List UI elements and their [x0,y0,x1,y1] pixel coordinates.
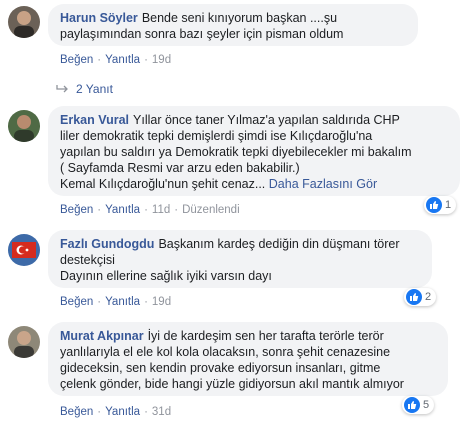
comment-text: gideceksin, sen kendin provake ediyorsun… [60,361,381,375]
edited-label[interactable]: Düzenlendi [182,204,240,216]
user-photo-icon [8,110,40,142]
avatar[interactable] [8,110,40,142]
comment-text: İyi de kardeşim sen her tarafta terörle … [147,329,384,343]
comment-text: yanlılarıyla el ele kol kola olacaksın, … [60,345,391,359]
reply-link[interactable]: Yanıtla [105,204,140,216]
comment-bubble: Harun Söyler Bende seni kınıyorum başkan … [48,4,418,46]
comment-text: paylaşımından sonra bazı şeyler için pis… [60,27,344,41]
comment-bubble: Erkan Vural Yıllar önce taner Yılmaz'a ya… [48,106,460,196]
reply-link[interactable]: Yanıtla [105,296,140,308]
comment-text: Kemal Kılıçdaroğlu'nun şehit cenaz... [60,177,266,191]
comment-text: liler demokratik tepki demişlerdi şimdi … [60,129,373,143]
comment-text: Dayının ellerine sağlık iyiki varsın day… [60,269,272,283]
timestamp[interactable]: 19d [152,54,171,66]
user-photo-icon [8,326,40,358]
reaction-count: 2 [425,291,432,303]
reply-link[interactable]: Yanıtla [105,406,140,418]
avatar[interactable] [8,326,40,358]
flag-photo-icon [8,234,40,266]
user-photo-icon [8,6,40,38]
view-replies-link[interactable]: 2 Yanıt [56,82,113,96]
comment-text: Yıllar önce taner Yılmaz'a yapılan saldı… [133,113,400,127]
comment-bubble: Murat Akpınar İyi de kardeşim sen her tar… [48,322,448,396]
timestamp[interactable]: 19d [152,296,171,308]
thumbs-up-icon [406,289,422,305]
reply-arrow-icon [56,85,68,93]
comment-author[interactable]: Erkan Vural [60,113,129,127]
comment-actions: Beğen · Yanıtla · 11d · Düzenlendi [60,204,240,216]
comment-author[interactable]: Murat Akpınar [60,329,144,343]
thumbs-up-icon [404,397,420,413]
like-link[interactable]: Beğen [60,54,93,66]
replies-count: 2 Yanıt [76,82,113,96]
comment-text: destekçisi [60,253,115,267]
comment-text: ( Sayfamda Resmi var arzu eden bakabilir… [60,161,300,175]
comment-author[interactable]: Fazlı Gundogdu [60,237,154,251]
reaction-count: 5 [423,399,430,411]
comment-bubble: Fazlı Gundogdu Başkanım kardeş dediğin di… [48,230,432,288]
timestamp[interactable]: 31d [152,406,171,418]
comment-actions: Beğen · Yanıtla · 19d [60,54,172,66]
like-link[interactable]: Beğen [60,204,93,216]
comment-author[interactable]: Harun Söyler [60,11,138,25]
reaction-summary[interactable]: 1 [424,196,457,214]
comment-text: Bende seni kınıyorum başkan ....şu [141,11,338,25]
reaction-count: 1 [445,199,452,211]
see-more-link[interactable]: Daha Fazlasını Gör [269,177,377,191]
like-link[interactable]: Beğen [60,406,93,418]
comment-actions: Beğen · Yanıtla · 19d [60,296,172,308]
comment-text: çelenk gönder, bide hangi yüzle gidiyors… [60,377,404,391]
avatar[interactable] [8,6,40,38]
reaction-summary[interactable]: 5 [402,396,435,414]
avatar[interactable] [8,234,40,266]
comment-actions: Beğen · Yanıtla · 31d [60,406,172,418]
comment-text: yapılan bu saldırı ya Demokratik tepki d… [60,145,412,159]
timestamp[interactable]: 11d [152,204,170,216]
thumbs-up-icon [426,197,442,213]
reaction-summary[interactable]: 2 [404,288,437,306]
reply-link[interactable]: Yanıtla [105,54,140,66]
comment-text: Başkanım kardeş dediğin din düşmanı töre… [158,237,400,251]
like-link[interactable]: Beğen [60,296,93,308]
